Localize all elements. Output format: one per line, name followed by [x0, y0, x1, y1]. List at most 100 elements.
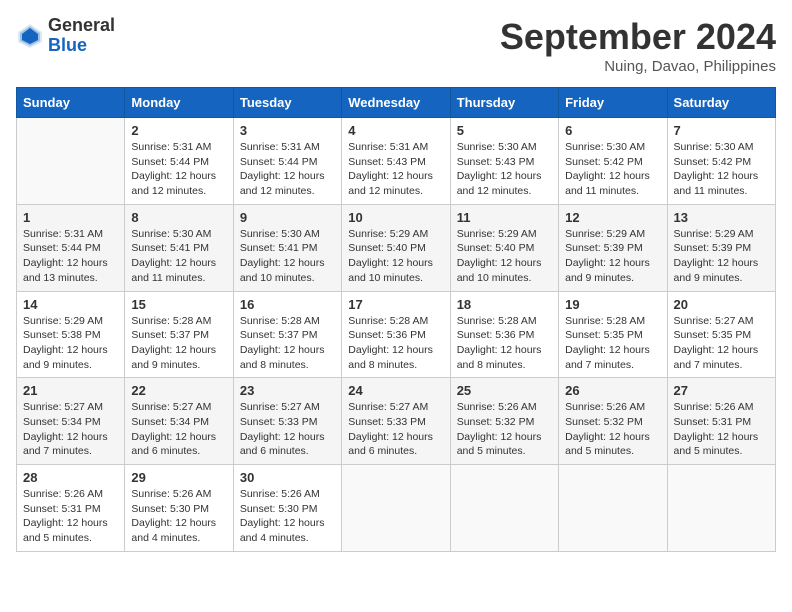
header-cell-friday: Friday: [559, 88, 667, 118]
day-number: 16: [240, 297, 335, 312]
day-info: Sunrise: 5:28 AMSunset: 5:37 PMDaylight:…: [131, 315, 216, 371]
day-info: Sunrise: 5:28 AMSunset: 5:35 PMDaylight:…: [565, 315, 650, 371]
day-number: 12: [565, 210, 660, 225]
day-info: Sunrise: 5:31 AMSunset: 5:43 PMDaylight:…: [348, 141, 433, 197]
day-cell: 21 Sunrise: 5:27 AMSunset: 5:34 PMDaylig…: [17, 378, 125, 465]
day-cell: 30 Sunrise: 5:26 AMSunset: 5:30 PMDaylig…: [233, 465, 341, 552]
day-number: 25: [457, 383, 552, 398]
header-cell-thursday: Thursday: [450, 88, 558, 118]
page-header: General Blue September 2024 Nuing, Davao…: [16, 16, 776, 75]
day-cell: 8 Sunrise: 5:30 AMSunset: 5:41 PMDayligh…: [125, 204, 233, 291]
day-cell: 18 Sunrise: 5:28 AMSunset: 5:36 PMDaylig…: [450, 291, 558, 378]
day-number: 7: [674, 123, 769, 138]
location: Nuing, Davao, Philippines: [500, 58, 776, 75]
day-cell: 1 Sunrise: 5:31 AMSunset: 5:44 PMDayligh…: [17, 204, 125, 291]
day-number: 8: [131, 210, 226, 225]
day-cell: 25 Sunrise: 5:26 AMSunset: 5:32 PMDaylig…: [450, 378, 558, 465]
day-number: 9: [240, 210, 335, 225]
day-number: 5: [457, 123, 552, 138]
day-cell: 15 Sunrise: 5:28 AMSunset: 5:37 PMDaylig…: [125, 291, 233, 378]
logo-general: General: [48, 16, 115, 36]
day-number: 1: [23, 210, 118, 225]
day-number: 11: [457, 210, 552, 225]
day-info: Sunrise: 5:29 AMSunset: 5:39 PMDaylight:…: [674, 228, 759, 284]
day-number: 4: [348, 123, 443, 138]
day-info: Sunrise: 5:26 AMSunset: 5:31 PMDaylight:…: [23, 488, 108, 544]
week-row-1: 1 Sunrise: 5:31 AMSunset: 5:44 PMDayligh…: [17, 204, 776, 291]
day-info: Sunrise: 5:28 AMSunset: 5:36 PMDaylight:…: [457, 315, 542, 371]
day-info: Sunrise: 5:26 AMSunset: 5:30 PMDaylight:…: [131, 488, 216, 544]
day-info: Sunrise: 5:29 AMSunset: 5:38 PMDaylight:…: [23, 315, 108, 371]
day-info: Sunrise: 5:31 AMSunset: 5:44 PMDaylight:…: [240, 141, 325, 197]
day-cell: 27 Sunrise: 5:26 AMSunset: 5:31 PMDaylig…: [667, 378, 775, 465]
logo-icon: [16, 22, 44, 50]
day-info: Sunrise: 5:27 AMSunset: 5:33 PMDaylight:…: [240, 401, 325, 457]
month-title: September 2024: [500, 16, 776, 58]
day-info: Sunrise: 5:26 AMSunset: 5:32 PMDaylight:…: [457, 401, 542, 457]
day-info: Sunrise: 5:26 AMSunset: 5:31 PMDaylight:…: [674, 401, 759, 457]
title-block: September 2024 Nuing, Davao, Philippines: [500, 16, 776, 75]
logo-blue: Blue: [48, 36, 115, 56]
day-cell: 3 Sunrise: 5:31 AMSunset: 5:44 PMDayligh…: [233, 118, 341, 205]
day-number: 26: [565, 383, 660, 398]
day-info: Sunrise: 5:30 AMSunset: 5:41 PMDaylight:…: [131, 228, 216, 284]
day-number: 20: [674, 297, 769, 312]
day-number: 3: [240, 123, 335, 138]
day-info: Sunrise: 5:30 AMSunset: 5:41 PMDaylight:…: [240, 228, 325, 284]
day-cell: 12 Sunrise: 5:29 AMSunset: 5:39 PMDaylig…: [559, 204, 667, 291]
day-cell: 2 Sunrise: 5:31 AMSunset: 5:44 PMDayligh…: [125, 118, 233, 205]
day-cell: 9 Sunrise: 5:30 AMSunset: 5:41 PMDayligh…: [233, 204, 341, 291]
day-cell: 19 Sunrise: 5:28 AMSunset: 5:35 PMDaylig…: [559, 291, 667, 378]
day-number: 14: [23, 297, 118, 312]
week-row-0: 2 Sunrise: 5:31 AMSunset: 5:44 PMDayligh…: [17, 118, 776, 205]
day-info: Sunrise: 5:27 AMSunset: 5:35 PMDaylight:…: [674, 315, 759, 371]
day-info: Sunrise: 5:29 AMSunset: 5:40 PMDaylight:…: [348, 228, 433, 284]
day-number: 29: [131, 470, 226, 485]
day-cell: 22 Sunrise: 5:27 AMSunset: 5:34 PMDaylig…: [125, 378, 233, 465]
day-info: Sunrise: 5:29 AMSunset: 5:40 PMDaylight:…: [457, 228, 542, 284]
day-cell: 24 Sunrise: 5:27 AMSunset: 5:33 PMDaylig…: [342, 378, 450, 465]
day-number: 24: [348, 383, 443, 398]
day-number: 22: [131, 383, 226, 398]
day-number: 19: [565, 297, 660, 312]
week-row-4: 28 Sunrise: 5:26 AMSunset: 5:31 PMDaylig…: [17, 465, 776, 552]
header-cell-tuesday: Tuesday: [233, 88, 341, 118]
header-cell-saturday: Saturday: [667, 88, 775, 118]
day-number: 15: [131, 297, 226, 312]
day-number: 6: [565, 123, 660, 138]
day-number: 17: [348, 297, 443, 312]
header-row: SundayMondayTuesdayWednesdayThursdayFrid…: [17, 88, 776, 118]
day-number: 30: [240, 470, 335, 485]
day-number: 28: [23, 470, 118, 485]
header-cell-sunday: Sunday: [17, 88, 125, 118]
day-info: Sunrise: 5:26 AMSunset: 5:32 PMDaylight:…: [565, 401, 650, 457]
day-info: Sunrise: 5:30 AMSunset: 5:43 PMDaylight:…: [457, 141, 542, 197]
day-info: Sunrise: 5:27 AMSunset: 5:34 PMDaylight:…: [131, 401, 216, 457]
day-cell: 5 Sunrise: 5:30 AMSunset: 5:43 PMDayligh…: [450, 118, 558, 205]
day-number: 13: [674, 210, 769, 225]
day-cell: 7 Sunrise: 5:30 AMSunset: 5:42 PMDayligh…: [667, 118, 775, 205]
day-info: Sunrise: 5:29 AMSunset: 5:39 PMDaylight:…: [565, 228, 650, 284]
day-cell: 29 Sunrise: 5:26 AMSunset: 5:30 PMDaylig…: [125, 465, 233, 552]
day-info: Sunrise: 5:31 AMSunset: 5:44 PMDaylight:…: [23, 228, 108, 284]
logo-text: General Blue: [48, 16, 115, 56]
day-info: Sunrise: 5:30 AMSunset: 5:42 PMDaylight:…: [565, 141, 650, 197]
day-number: 2: [131, 123, 226, 138]
day-number: 21: [23, 383, 118, 398]
day-cell: [342, 465, 450, 552]
day-cell: 14 Sunrise: 5:29 AMSunset: 5:38 PMDaylig…: [17, 291, 125, 378]
week-row-3: 21 Sunrise: 5:27 AMSunset: 5:34 PMDaylig…: [17, 378, 776, 465]
day-cell: 16 Sunrise: 5:28 AMSunset: 5:37 PMDaylig…: [233, 291, 341, 378]
day-cell: 6 Sunrise: 5:30 AMSunset: 5:42 PMDayligh…: [559, 118, 667, 205]
day-cell: 28 Sunrise: 5:26 AMSunset: 5:31 PMDaylig…: [17, 465, 125, 552]
day-number: 10: [348, 210, 443, 225]
day-number: 27: [674, 383, 769, 398]
day-cell: 17 Sunrise: 5:28 AMSunset: 5:36 PMDaylig…: [342, 291, 450, 378]
calendar-table: SundayMondayTuesdayWednesdayThursdayFrid…: [16, 87, 776, 552]
day-cell: 4 Sunrise: 5:31 AMSunset: 5:43 PMDayligh…: [342, 118, 450, 205]
day-info: Sunrise: 5:27 AMSunset: 5:34 PMDaylight:…: [23, 401, 108, 457]
day-cell: 20 Sunrise: 5:27 AMSunset: 5:35 PMDaylig…: [667, 291, 775, 378]
day-number: 18: [457, 297, 552, 312]
header-cell-wednesday: Wednesday: [342, 88, 450, 118]
day-info: Sunrise: 5:27 AMSunset: 5:33 PMDaylight:…: [348, 401, 433, 457]
